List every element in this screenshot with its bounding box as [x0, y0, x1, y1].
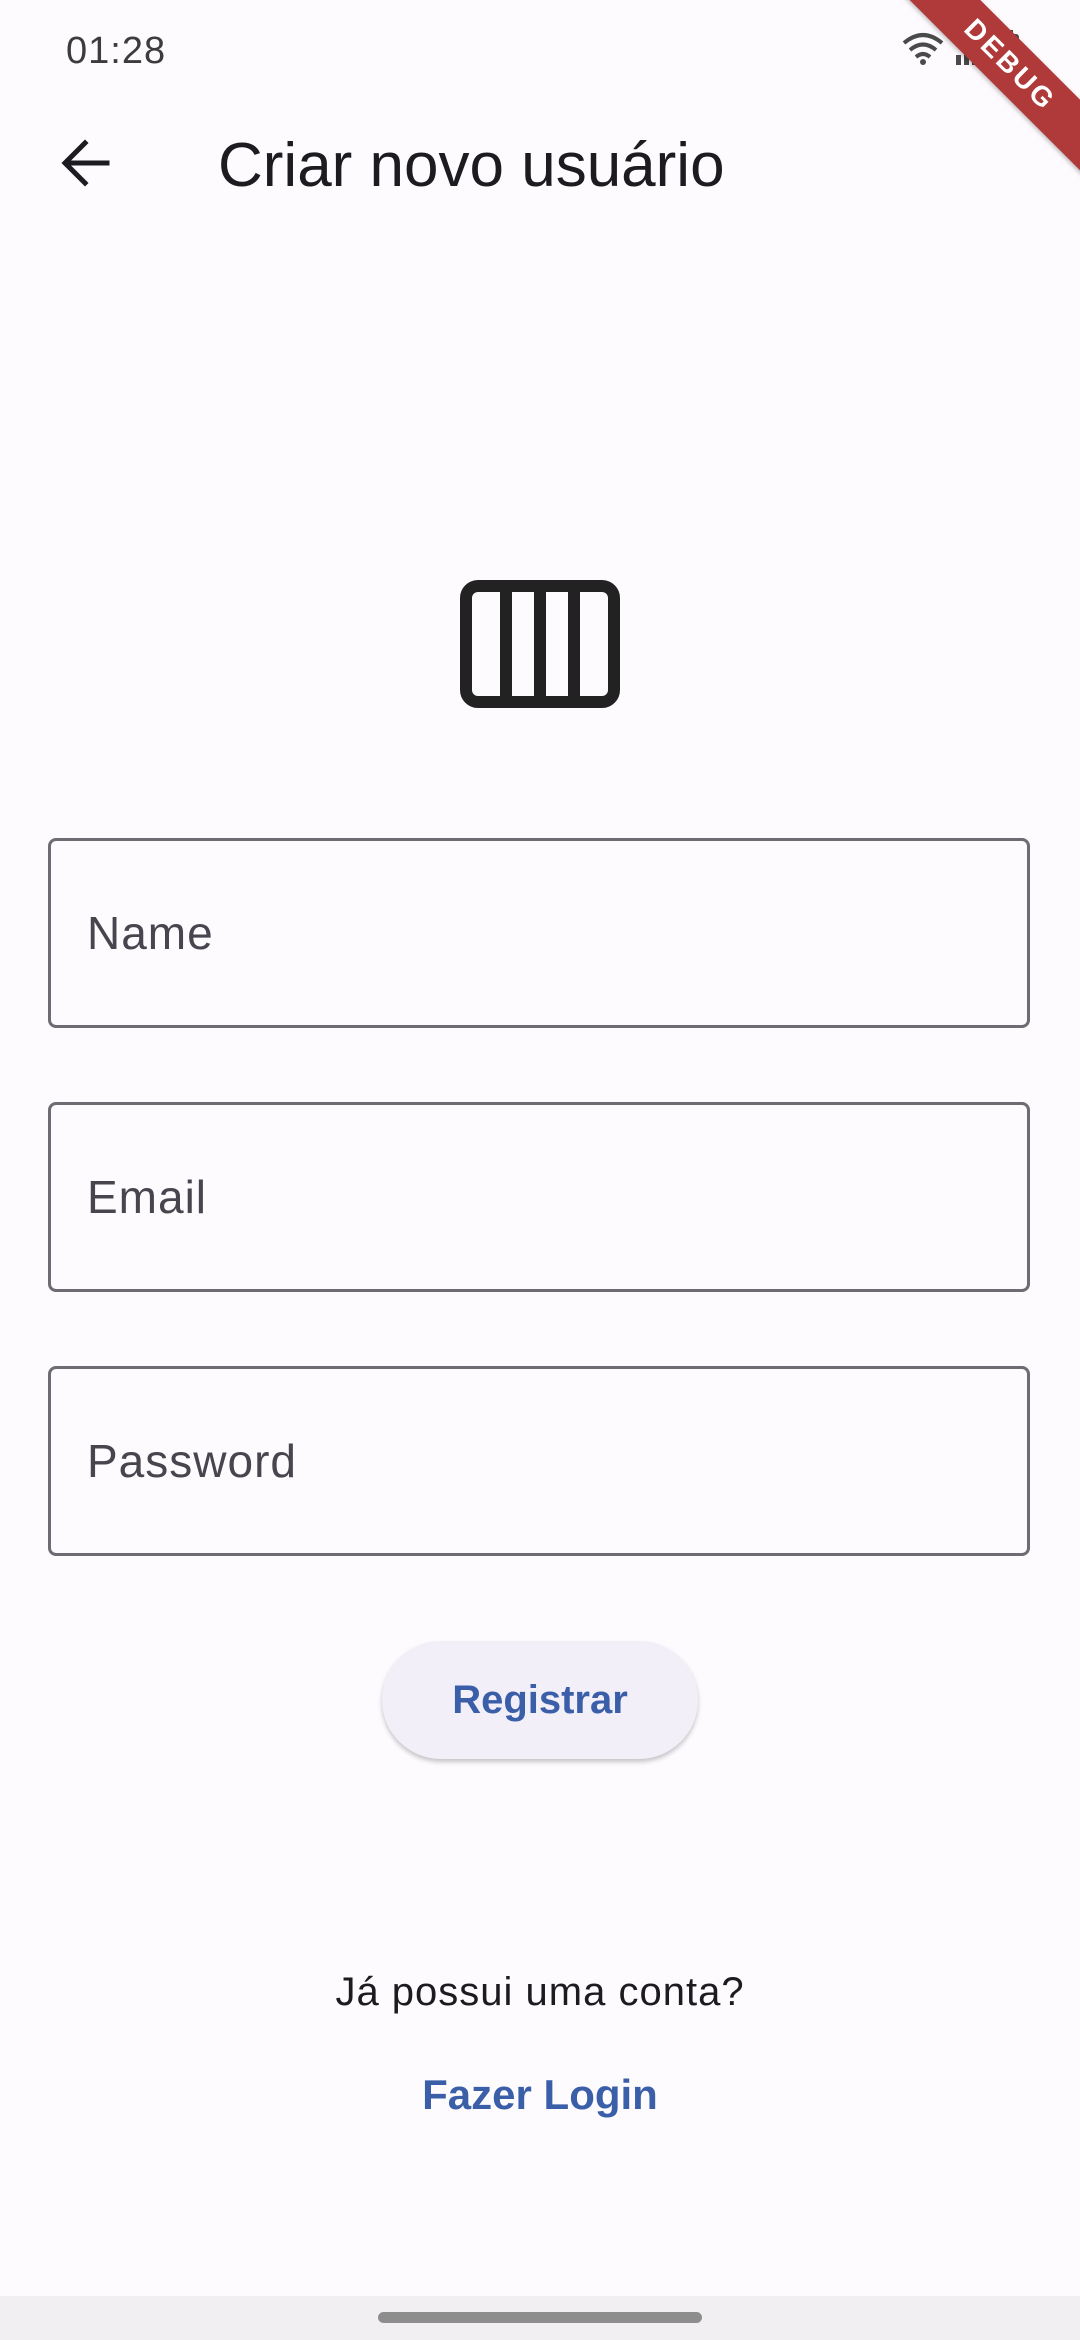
- account-question: Já possui uma conta?: [335, 1970, 745, 2014]
- wifi-icon: [902, 31, 944, 70]
- back-button[interactable]: [40, 125, 130, 205]
- register-button[interactable]: Registrar: [382, 1641, 698, 1759]
- system-nav-bar: [0, 2296, 1080, 2340]
- password-input[interactable]: [51, 1369, 1027, 1553]
- email-field: [48, 1102, 1030, 1292]
- login-link[interactable]: Fazer Login: [390, 2060, 690, 2130]
- page-title: Criar novo usuário: [218, 131, 725, 200]
- name-field: [48, 838, 1030, 1028]
- status-time: 01:28: [66, 30, 167, 72]
- status-bar: 01:28: [0, 0, 1080, 100]
- arrow-back-icon: [57, 135, 113, 196]
- view-week-icon: [460, 580, 620, 708]
- name-input[interactable]: [51, 841, 1027, 1025]
- password-field: [48, 1366, 1030, 1556]
- email-input[interactable]: [51, 1105, 1027, 1289]
- gesture-handle[interactable]: [378, 2312, 702, 2323]
- app-bar: Criar novo usuário: [0, 100, 1080, 230]
